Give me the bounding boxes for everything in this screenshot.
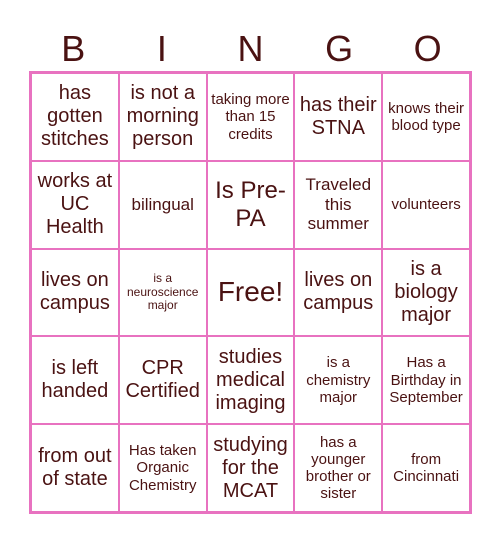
bingo-cell[interactable]: lives on campus [294, 248, 383, 337]
bingo-grid: has gotten stitches is not a morning pers… [29, 71, 472, 514]
header-letter-o: O [413, 28, 442, 69]
bingo-cell[interactable]: knows their blood type [382, 73, 470, 161]
header-letter-g: G [325, 28, 354, 69]
header-letter-n: N [237, 28, 264, 69]
bingo-cell[interactable]: has gotten stitches [31, 73, 119, 161]
bingo-cell[interactable]: works at UC Health [31, 160, 119, 249]
bingo-cell[interactable]: Is Pre-PA [206, 160, 295, 249]
bingo-cell[interactable]: taking more than 15 credits [206, 73, 295, 161]
header-letter-i: I [156, 28, 167, 69]
bingo-cell[interactable]: is a biology major [382, 248, 470, 337]
bingo-cell[interactable]: has a younger brother or sister [294, 424, 383, 512]
bingo-cell[interactable]: Has taken Organic Chemistry [118, 424, 207, 512]
bingo-cell[interactable]: Traveled this summer [294, 160, 383, 249]
bingo-header: B I N G O [29, 28, 472, 70]
bingo-cell[interactable]: CPR Certified [118, 336, 207, 425]
bingo-cell[interactable]: from Cincinnati [382, 424, 470, 512]
bingo-cell[interactable]: studying for the MCAT [206, 424, 295, 512]
bingo-cell[interactable]: volunteers [382, 160, 470, 249]
bingo-cell[interactable]: is not a morning person [118, 73, 207, 161]
bingo-cell[interactable]: is left handed [31, 336, 119, 425]
bingo-cell[interactable]: Has a Birthday in September [382, 336, 470, 425]
bingo-cell[interactable]: bilingual [118, 160, 207, 249]
header-letter-b: B [61, 28, 86, 69]
bingo-cell[interactable]: is a neuroscience major [118, 248, 207, 337]
bingo-cell[interactable]: studies medical imaging [206, 336, 295, 425]
bingo-cell[interactable]: has their STNA [294, 73, 383, 161]
free-space-cell[interactable]: Free! [206, 248, 295, 337]
bingo-cell[interactable]: lives on campus [31, 248, 119, 337]
bingo-cell[interactable]: is a chemistry major [294, 336, 383, 425]
bingo-cell[interactable]: from out of state [31, 424, 119, 512]
